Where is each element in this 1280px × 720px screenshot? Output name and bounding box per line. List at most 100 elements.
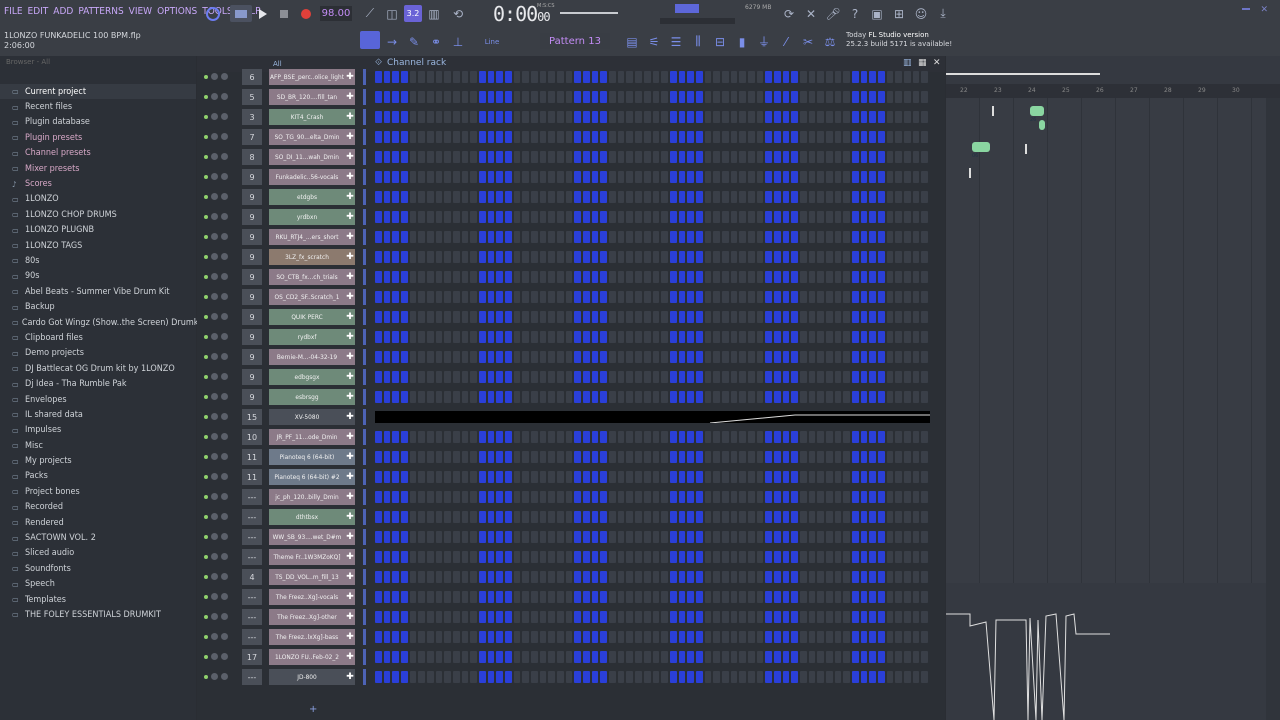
step-button[interactable] <box>401 271 408 283</box>
step-button[interactable] <box>739 651 746 663</box>
step-button[interactable] <box>860 551 868 563</box>
step-button[interactable] <box>643 91 651 103</box>
step-button[interactable] <box>808 551 816 563</box>
step-button[interactable] <box>574 351 582 363</box>
step-button[interactable] <box>782 451 790 463</box>
step-button[interactable] <box>695 631 703 643</box>
channel-mute-solo[interactable] <box>204 133 228 140</box>
step-button[interactable] <box>886 611 894 623</box>
step-button[interactable] <box>461 91 469 103</box>
step-button[interactable] <box>869 211 876 223</box>
step-button[interactable] <box>695 571 703 583</box>
step-button[interactable] <box>851 451 859 463</box>
step-button[interactable] <box>626 91 634 103</box>
step-button[interactable] <box>401 651 408 663</box>
step-button[interactable] <box>860 351 868 363</box>
step-button[interactable] <box>912 611 920 623</box>
step-button[interactable] <box>739 351 746 363</box>
loop-record-icon[interactable]: ⟲ <box>450 5 466 22</box>
step-button[interactable] <box>860 271 868 283</box>
step-button[interactable] <box>565 291 573 303</box>
step-button[interactable] <box>418 191 426 203</box>
step-button[interactable] <box>565 91 573 103</box>
step-button[interactable] <box>626 351 634 363</box>
step-button[interactable] <box>808 71 816 83</box>
step-button[interactable] <box>747 191 755 203</box>
step-button[interactable] <box>496 151 504 163</box>
channel-row[interactable]: --- jc_ph_120..billy_Dmin ✚ <box>197 487 945 507</box>
step-button[interactable] <box>609 151 616 163</box>
step-button[interactable] <box>453 371 460 383</box>
step-button[interactable] <box>895 531 902 543</box>
step-button[interactable] <box>695 251 703 263</box>
browser-item[interactable]: ▭ Templates <box>0 592 196 607</box>
step-button[interactable] <box>470 311 478 323</box>
step-button[interactable] <box>661 471 668 483</box>
channel-name-button[interactable]: TS_DD_VOL..m_fill_13 <box>269 569 355 585</box>
step-button[interactable] <box>427 511 434 523</box>
channel-mixer-track[interactable]: 9 <box>242 309 262 325</box>
step-button[interactable] <box>661 211 668 223</box>
channel-select-indicator[interactable] <box>363 569 366 585</box>
step-button[interactable] <box>548 91 556 103</box>
step-button[interactable] <box>427 131 434 143</box>
step-button[interactable] <box>834 591 842 603</box>
step-button[interactable] <box>652 571 660 583</box>
step-button[interactable] <box>765 471 772 483</box>
step-button[interactable] <box>652 171 660 183</box>
step-button[interactable] <box>496 291 504 303</box>
step-button[interactable] <box>409 531 417 543</box>
step-button[interactable] <box>903 431 911 443</box>
step-button[interactable] <box>418 91 426 103</box>
step-button[interactable] <box>895 451 902 463</box>
step-button[interactable] <box>808 451 816 463</box>
step-button[interactable] <box>730 351 738 363</box>
step-button[interactable] <box>687 91 694 103</box>
step-button[interactable] <box>444 331 452 343</box>
step-button[interactable] <box>860 211 868 223</box>
step-button[interactable] <box>739 451 746 463</box>
step-button[interactable] <box>427 351 434 363</box>
step-button[interactable] <box>444 271 452 283</box>
step-button[interactable] <box>791 211 798 223</box>
channel-mixer-track[interactable]: 7 <box>242 129 262 145</box>
step-edit-icon[interactable]: ▥ <box>426 5 442 22</box>
step-button[interactable] <box>747 331 755 343</box>
step-sequencer[interactable] <box>375 91 930 103</box>
channel-name-button[interactable]: The Freez..Xg]-other <box>269 609 355 625</box>
step-button[interactable] <box>522 631 530 643</box>
step-button[interactable] <box>895 91 902 103</box>
step-button[interactable] <box>574 71 582 83</box>
step-button[interactable] <box>643 191 651 203</box>
step-button[interactable] <box>695 351 703 363</box>
step-button[interactable] <box>557 631 564 643</box>
step-button[interactable] <box>687 571 694 583</box>
step-button[interactable] <box>557 211 564 223</box>
step-button[interactable] <box>661 331 668 343</box>
step-button[interactable] <box>487 551 495 563</box>
step-button[interactable] <box>895 331 902 343</box>
channel-target-icon[interactable]: ✚ <box>345 609 355 625</box>
step-button[interactable] <box>583 551 590 563</box>
step-button[interactable] <box>799 311 807 323</box>
step-button[interactable] <box>756 511 764 523</box>
step-button[interactable] <box>418 371 426 383</box>
step-button[interactable] <box>782 391 790 403</box>
step-button[interactable] <box>600 671 608 683</box>
step-button[interactable] <box>825 111 833 123</box>
step-button[interactable] <box>825 191 833 203</box>
close-icon[interactable]: ✕ <box>1260 5 1268 15</box>
step-button[interactable] <box>713 551 720 563</box>
step-button[interactable] <box>635 431 642 443</box>
step-button[interactable] <box>383 471 391 483</box>
step-button[interactable] <box>487 131 495 143</box>
step-button[interactable] <box>773 391 781 403</box>
step-button[interactable] <box>479 91 486 103</box>
step-button[interactable] <box>609 491 616 503</box>
step-button[interactable] <box>626 611 634 623</box>
step-button[interactable] <box>886 111 894 123</box>
step-button[interactable] <box>375 631 382 643</box>
step-button[interactable] <box>721 271 729 283</box>
step-button[interactable] <box>609 191 616 203</box>
step-button[interactable] <box>643 171 651 183</box>
